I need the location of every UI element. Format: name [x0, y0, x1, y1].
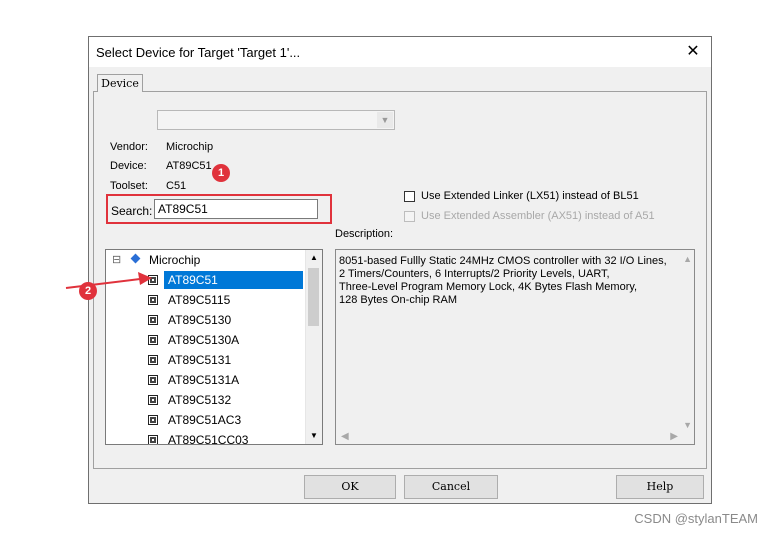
- cancel-button[interactable]: Cancel: [404, 475, 498, 499]
- scroll-down-icon[interactable]: ▼: [306, 428, 322, 444]
- select-device-dialog: Select Device for Target 'Target 1'... ✕…: [88, 36, 712, 504]
- chip-icon: [148, 415, 158, 425]
- tree-device-label: AT89C5130: [168, 313, 232, 327]
- tree-device-label: AT89C5131: [168, 353, 232, 367]
- description-line: 8051-based Fullly Static 24MHz CMOS cont…: [339, 255, 667, 267]
- collapse-icon[interactable]: ⊟: [112, 251, 121, 269]
- chip-icon: [148, 335, 158, 345]
- arrow-line: [65, 278, 141, 289]
- annotation-arrow: [65, 272, 152, 289]
- description-line: 2 Timers/Counters, 6 Interrupts/2 Priori…: [339, 268, 610, 280]
- desc-scroll-up-icon[interactable]: ▲: [683, 254, 692, 264]
- tree-device-label: AT89C5130A: [168, 333, 240, 347]
- scroll-up-icon[interactable]: ▲: [306, 250, 322, 266]
- ok-button[interactable]: OK: [304, 475, 396, 499]
- tree-device-label: AT89C5131A: [168, 373, 240, 387]
- search-input[interactable]: [154, 199, 318, 219]
- vendor-label: Vendor:: [110, 141, 148, 153]
- chip-icon: [148, 375, 158, 385]
- tree-device-label: AT89C5132: [168, 393, 232, 407]
- arrow-head: [138, 272, 152, 285]
- toolset-label: Toolset:: [110, 180, 148, 192]
- database-combo[interactable]: ▼: [157, 110, 395, 130]
- extended-linker-label: Use Extended Linker (LX51) instead of BL…: [421, 190, 639, 202]
- tree-scrollbar[interactable]: ▲ ▼: [305, 250, 322, 444]
- extended-assembler-checkbox[interactable]: [404, 211, 415, 222]
- extended-linker-checkbox[interactable]: [404, 191, 415, 202]
- help-button[interactable]: Help: [616, 475, 704, 499]
- device-value: AT89C51: [166, 160, 212, 172]
- title-bar: Select Device for Target 'Target 1'... ✕: [89, 37, 711, 67]
- description-line: Three-Level Program Memory Lock, 4K Byte…: [339, 281, 638, 293]
- description-box: 8051-based Fullly Static 24MHz CMOS cont…: [335, 249, 695, 445]
- chip-icon: [148, 435, 158, 444]
- desc-scroll-left-icon[interactable]: ◀: [341, 431, 349, 442]
- chip-icon: [148, 395, 158, 405]
- toolset-value: C51: [166, 180, 187, 192]
- scroll-thumb[interactable]: [308, 268, 319, 326]
- vendor-value: Microchip: [166, 141, 214, 153]
- annotation-badge-2: 2: [79, 282, 97, 300]
- tree-device-label: AT89C51: [164, 271, 303, 289]
- vendor-folder-icon: [130, 253, 141, 264]
- dialog-title: Select Device for Target 'Target 1'...: [96, 45, 301, 60]
- tab-device[interactable]: Device: [97, 74, 143, 92]
- watermark: CSDN @stylanTEAM: [634, 511, 758, 526]
- extended-assembler-label: Use Extended Assembler (AX51) instead of…: [421, 210, 655, 222]
- tree-vendor-label: Microchip: [149, 253, 201, 267]
- annotation-badge-1: 1: [212, 164, 230, 182]
- close-icon[interactable]: ✕: [681, 41, 705, 63]
- chip-icon: [148, 355, 158, 365]
- description-label: Description:: [335, 228, 394, 240]
- desc-scroll-down-icon[interactable]: ▼: [683, 420, 692, 430]
- tree-device-label: AT89C51AC3: [168, 413, 242, 427]
- search-label: Search:: [111, 204, 153, 218]
- description-line: 128 Bytes On-chip RAM: [339, 294, 457, 306]
- chip-icon: [148, 315, 158, 325]
- device-label: Device:: [110, 160, 147, 172]
- tree-device-label: AT89C51CC03: [168, 433, 249, 445]
- description-text: 8051-based Fullly Static 24MHz CMOS cont…: [339, 255, 667, 307]
- chevron-down-icon[interactable]: ▼: [377, 112, 393, 128]
- desc-scroll-right-icon[interactable]: ▶: [670, 431, 678, 442]
- tree-device-label: AT89C5115: [168, 293, 231, 307]
